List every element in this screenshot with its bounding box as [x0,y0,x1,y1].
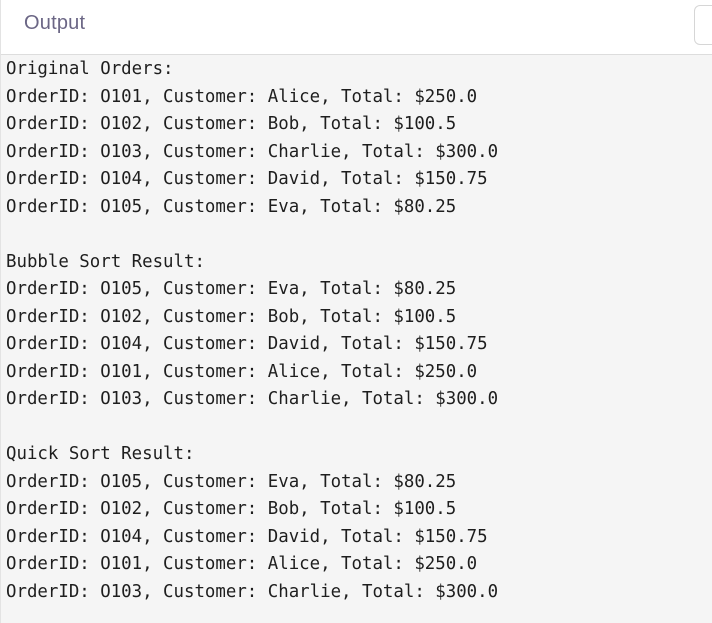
output-line: OrderID: O103, Customer: Charlie, Total:… [6,389,499,409]
output-line: OrderID: O104, Customer: David, Total: $… [6,334,488,354]
output-title: Output [24,12,86,34]
output-line: Quick Sort Result: [6,444,195,464]
console-output: Original Orders: OrderID: O101, Customer… [6,56,712,623]
output-line: OrderID: O105, Customer: Eva, Total: $80… [6,196,457,217]
output-header: Output [1,0,712,55]
output-line: OrderID: O101, Customer: Alice, Total: $… [6,86,478,107]
output-line: OrderID: O105, Customer: Eva, Total: $80… [6,471,457,492]
output-line: OrderID: O105, Customer: Eva, Total: $80… [6,279,457,299]
output-line: Bubble Sort Result: [6,251,205,272]
output-line: OrderID: O101, Customer: Alice, Total: $… [6,361,478,382]
output-line: OrderID: O103, Customer: Charlie, Total:… [6,141,499,162]
output-line: OrderID: O102, Customer: Bob, Total: $10… [6,114,457,134]
output-line: OrderID: O102, Customer: Bob, Total: $10… [6,499,457,519]
output-line: OrderID: O104, Customer: David, Total: $… [6,526,488,547]
output-blank-line [6,414,712,442]
output-line: OrderID: O102, Customer: Bob, Total: $10… [6,306,457,327]
output-blank-line [6,221,712,249]
output-line: OrderID: O104, Customer: David, Total: $… [6,169,488,189]
output-line: OrderID: O101, Customer: Alice, Total: $… [6,554,478,574]
header-action-button[interactable] [694,5,712,45]
output-line: OrderID: O103, Customer: Charlie, Total:… [6,581,499,602]
output-line: Original Orders: [6,59,174,79]
output-panel: Output Original Orders: OrderID: O101, C… [0,0,712,623]
